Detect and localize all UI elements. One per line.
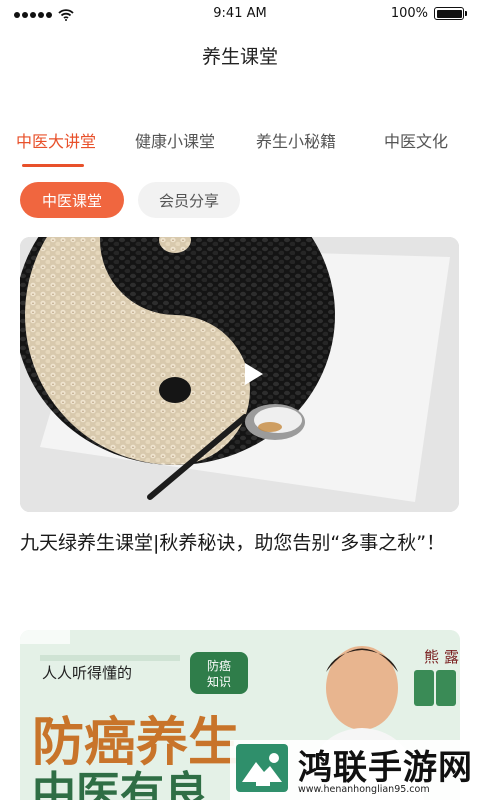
banner-headline-second: 中医有良	[32, 768, 208, 800]
svg-text:知识: 知识	[207, 675, 231, 689]
battery-icon	[434, 7, 467, 20]
watermark-url: www.henanhonglian95.com	[298, 784, 430, 795]
filter-member-share[interactable]: 会员分享	[138, 182, 240, 218]
tab-wellness-tips[interactable]: 养生小秘籍	[256, 128, 336, 152]
svg-text:熊: 熊	[424, 648, 439, 666]
svg-text:防癌: 防癌	[207, 658, 231, 673]
video-title[interactable]: 九天绿养生课堂|秋养秘诀，助您告别“多事之秋”！	[20, 528, 460, 558]
filter-tcm-class[interactable]: 中医课堂	[20, 182, 124, 218]
watermark-name: 鸿联手游网	[298, 748, 473, 788]
status-bar: 9:41 AM 100%	[0, 0, 480, 28]
active-tab-indicator	[22, 164, 84, 167]
site-watermark: 鸿联手游网 www.henanhonglian95.com	[230, 740, 480, 800]
tab-health-class[interactable]: 健康小课堂	[135, 128, 215, 152]
tab-tcm-culture[interactable]: 中医文化	[384, 128, 448, 152]
play-icon[interactable]	[243, 361, 265, 387]
banner-subheadline: 人人听得懂的	[42, 664, 132, 682]
category-tabs: 中医大讲堂 健康小课堂 养生小秘籍 中医文化	[0, 128, 480, 172]
status-right: 100%	[390, 6, 467, 21]
page-title: 养生课堂	[201, 46, 278, 68]
yin-yang-beans-image	[20, 237, 459, 512]
svg-text:露: 露	[444, 648, 459, 666]
banner-headline: 防癌养生	[32, 712, 240, 773]
watermark-logo-icon	[236, 744, 288, 792]
battery-percent: 100%	[390, 6, 428, 21]
tab-chinese-medicine-lecture[interactable]: 中医大讲堂	[16, 128, 96, 152]
video-thumbnail[interactable]	[20, 237, 459, 512]
filter-pills: 中医课堂 会员分享	[20, 182, 240, 218]
